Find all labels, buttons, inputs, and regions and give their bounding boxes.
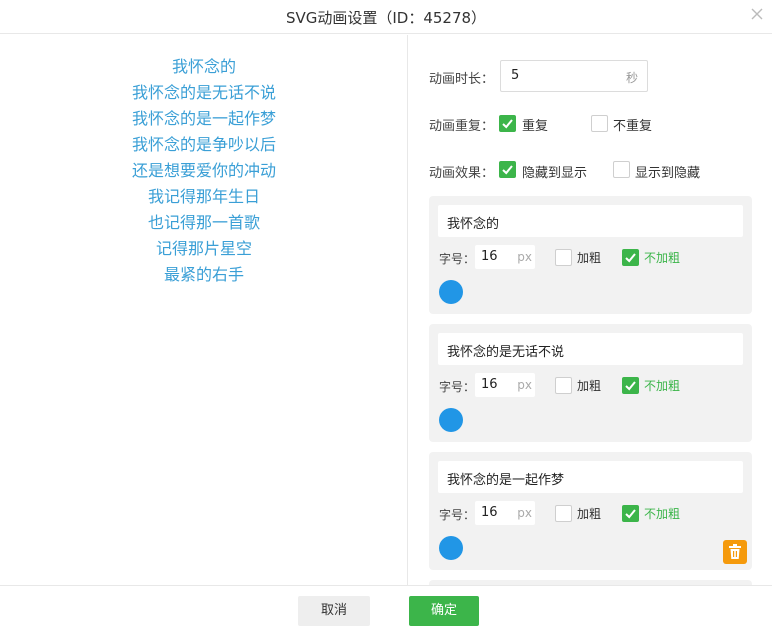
bold-checkbox[interactable] bbox=[555, 249, 572, 266]
no-bold-label[interactable]: 不加粗 bbox=[644, 505, 680, 522]
no-repeat-option-label[interactable]: 不重复 bbox=[613, 115, 652, 134]
line-text-input[interactable]: 我怀念的是一起作梦 bbox=[438, 461, 743, 493]
poem-line: 我记得那年生日 bbox=[147, 187, 260, 206]
no-bold-label[interactable]: 不加粗 bbox=[644, 377, 680, 394]
duration-label: 动画时长： bbox=[429, 72, 495, 87]
confirm-button[interactable]: 确定 bbox=[409, 596, 479, 626]
poem-line: 还是想要爱你的冲动 bbox=[131, 161, 276, 180]
repeat-option-label[interactable]: 重复 bbox=[522, 115, 548, 134]
trash-icon[interactable] bbox=[723, 540, 747, 564]
no-bold-label[interactable]: 不加粗 bbox=[644, 249, 680, 266]
no-bold-checkbox[interactable] bbox=[622, 505, 639, 522]
repeat-label: 动画重复： bbox=[429, 119, 495, 134]
poem-line: 我怀念的 bbox=[171, 57, 236, 76]
line-card: 我怀念的 字号： 16 px 加粗 不加粗 bbox=[429, 196, 752, 314]
poem-line: 最紧的右手 bbox=[163, 265, 244, 284]
show-to-hide-checkbox[interactable] bbox=[613, 161, 630, 178]
line-text-input[interactable]: 我怀念的 bbox=[438, 205, 743, 237]
dialog-header: SVG动画设置（ID：45278） bbox=[0, 0, 772, 34]
font-size-value: 16 bbox=[481, 505, 498, 520]
color-picker[interactable] bbox=[439, 536, 463, 560]
font-size-unit: px bbox=[517, 250, 532, 264]
color-picker[interactable] bbox=[439, 408, 463, 432]
poem-line: 也记得那一首歌 bbox=[147, 213, 260, 232]
no-bold-checkbox[interactable] bbox=[622, 377, 639, 394]
line-text-value: 我怀念的是一起作梦 bbox=[447, 473, 565, 488]
no-repeat-checkbox[interactable] bbox=[591, 115, 608, 132]
duration-input[interactable]: 5 秒 bbox=[500, 60, 648, 92]
color-picker[interactable] bbox=[439, 280, 463, 304]
svg-animation-dialog: SVG动画设置（ID：45278） 我怀念的 我怀念的是无话不说 我怀念的是一起… bbox=[0, 0, 772, 634]
poem-line: 我怀念的是一起作梦 bbox=[131, 109, 276, 128]
duration-unit: 秒 bbox=[625, 71, 638, 85]
preview-panel: 我怀念的 我怀念的是无话不说 我怀念的是一起作梦 我怀念的是争吵以后 还是想要爱… bbox=[0, 35, 408, 585]
hide-to-show-checkbox[interactable] bbox=[499, 161, 516, 178]
font-size-input[interactable]: 16 px bbox=[475, 501, 535, 525]
font-size-unit: px bbox=[517, 506, 532, 520]
font-size-input[interactable]: 16 px bbox=[475, 373, 535, 397]
dialog-title: SVG动画设置（ID：45278） bbox=[285, 9, 487, 27]
font-size-value: 16 bbox=[481, 249, 498, 264]
bold-label[interactable]: 加粗 bbox=[577, 249, 601, 266]
bold-checkbox[interactable] bbox=[555, 505, 572, 522]
poem-line: 我怀念的是争吵以后 bbox=[131, 135, 276, 154]
line-text-value: 我怀念的是无话不说 bbox=[447, 345, 565, 360]
dialog-footer: 取消 确定 bbox=[0, 585, 772, 634]
bold-label[interactable]: 加粗 bbox=[577, 505, 601, 522]
repeat-checkbox[interactable] bbox=[499, 115, 516, 132]
show-to-hide-label[interactable]: 显示到隐藏 bbox=[635, 162, 700, 181]
bold-checkbox[interactable] bbox=[555, 377, 572, 394]
line-card: 我怀念的是无话不说 字号： 16 px 加粗 不加粗 bbox=[429, 324, 752, 442]
poem-line: 记得那片星空 bbox=[155, 239, 252, 258]
no-bold-checkbox[interactable] bbox=[622, 249, 639, 266]
font-size-input[interactable]: 16 px bbox=[475, 245, 535, 269]
font-size-unit: px bbox=[517, 378, 532, 392]
hide-to-show-label[interactable]: 隐藏到显示 bbox=[522, 162, 587, 181]
close-icon[interactable] bbox=[750, 7, 764, 21]
cancel-button[interactable]: 取消 bbox=[298, 596, 370, 626]
effect-label: 动画效果： bbox=[429, 166, 495, 181]
font-size-label: 字号： bbox=[439, 252, 476, 266]
duration-value: 5 bbox=[511, 68, 520, 83]
line-text-input[interactable]: 我怀念的是无话不说 bbox=[438, 333, 743, 365]
font-size-label: 字号： bbox=[439, 508, 476, 522]
line-card: 我怀念的是一起作梦 字号： 16 px 加粗 不加粗 bbox=[429, 452, 752, 570]
line-text-value: 我怀念的 bbox=[447, 217, 500, 232]
font-size-value: 16 bbox=[481, 377, 498, 392]
bold-label[interactable]: 加粗 bbox=[577, 377, 601, 394]
settings-panel: 动画时长： 5 秒 动画重复： 重复 不重复 动画效果： 隐藏到显示 显示到隐藏… bbox=[409, 35, 772, 585]
font-size-label: 字号： bbox=[439, 380, 476, 394]
poem-line: 我怀念的是无话不说 bbox=[131, 83, 276, 102]
